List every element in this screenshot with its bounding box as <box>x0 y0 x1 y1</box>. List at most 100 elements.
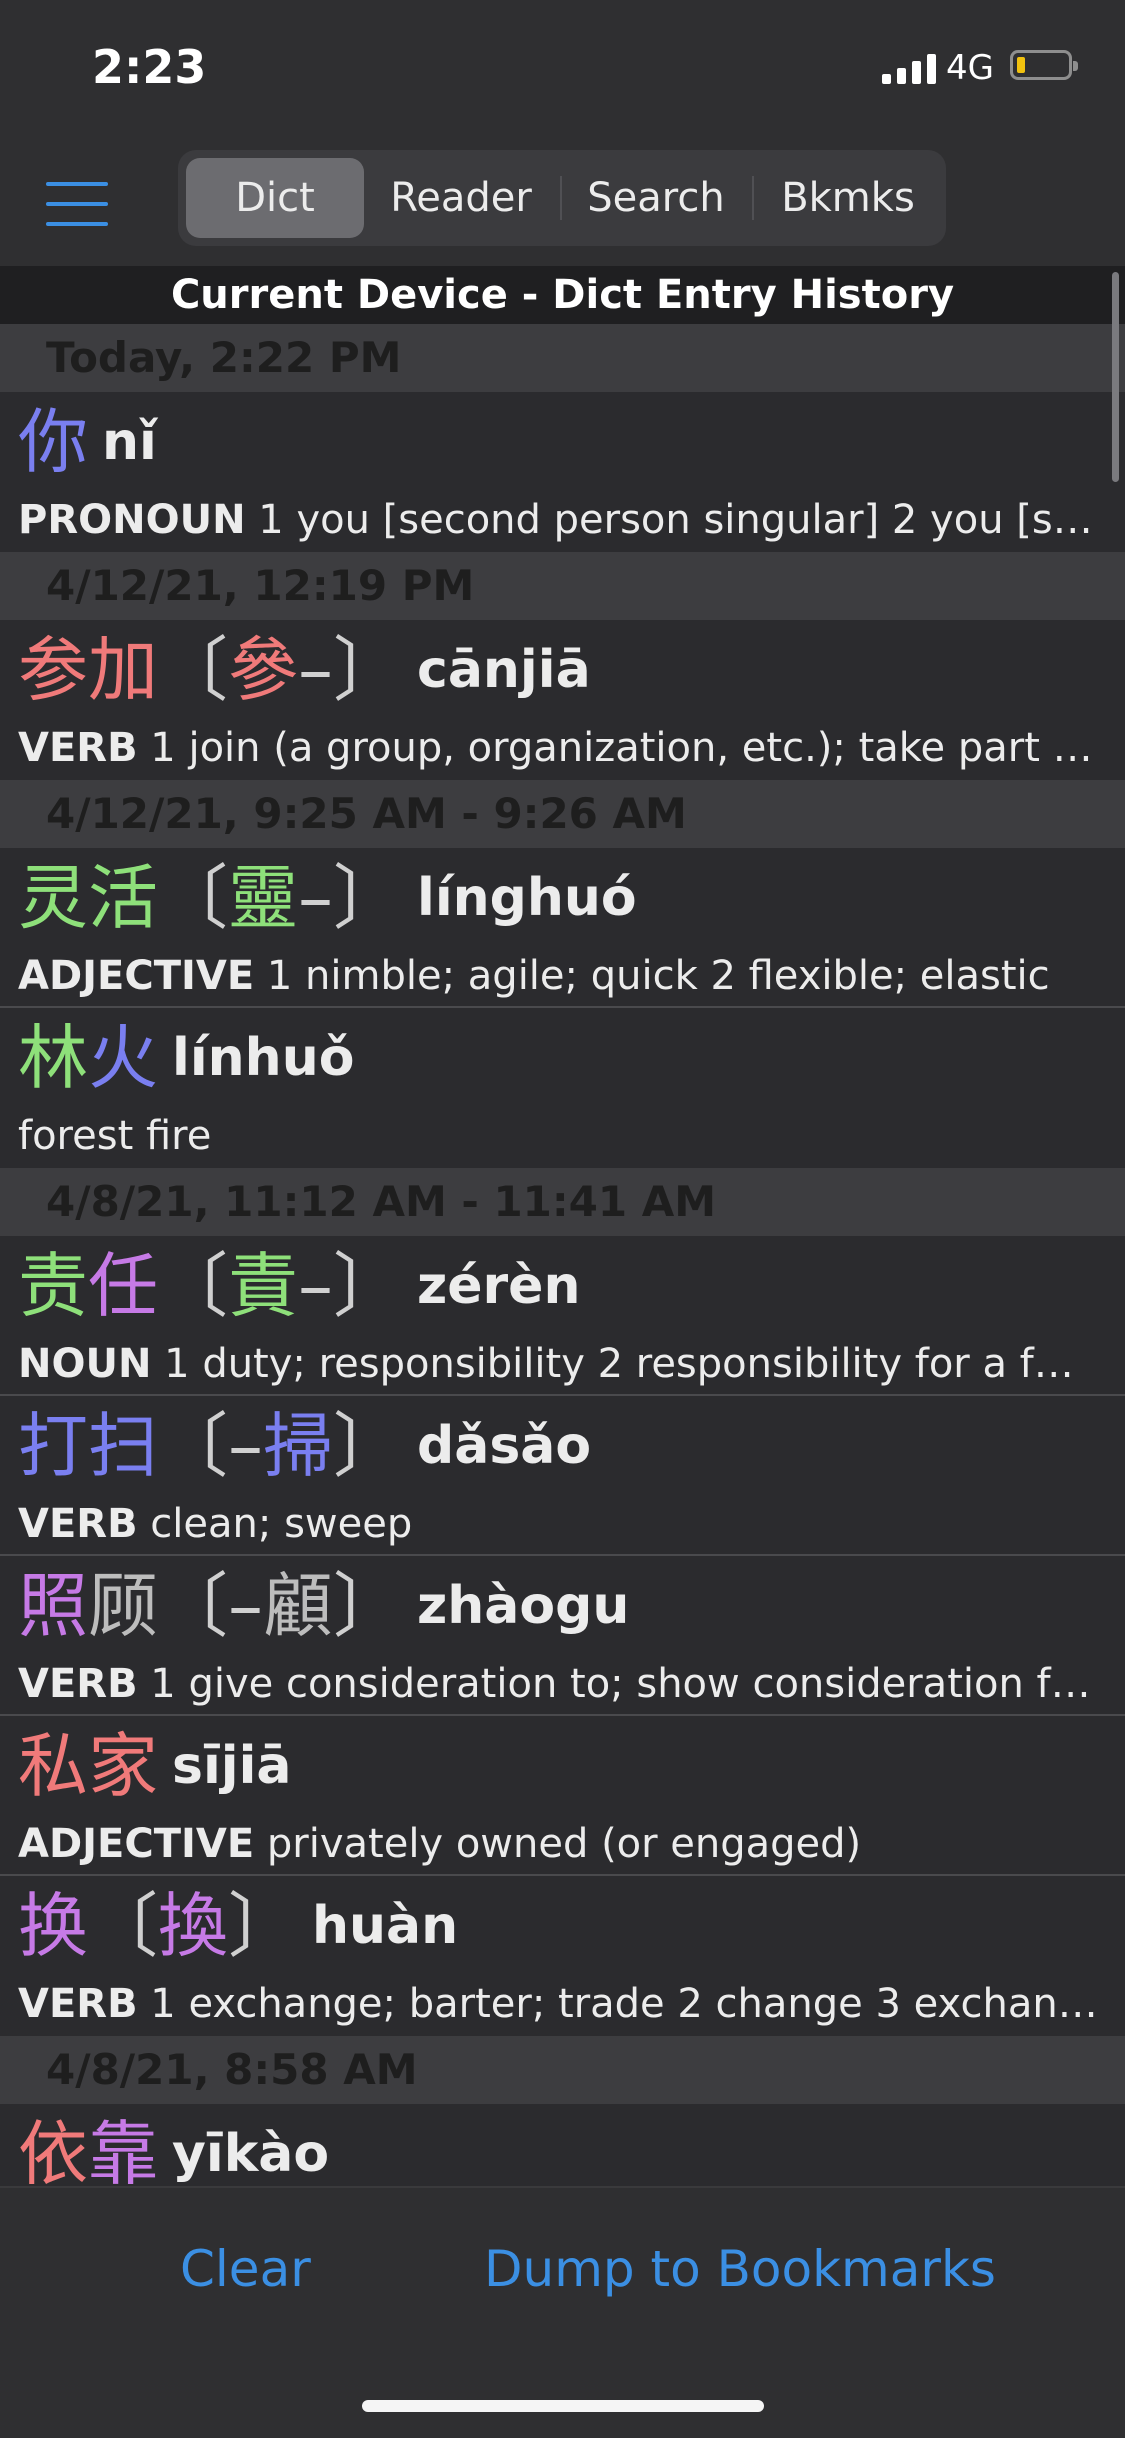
section-header: 4/8/21, 8:58 AM <box>0 2036 1125 2104</box>
history-entry[interactable]: 责任〔責 – 〕 zérèn NOUN 1 duty; responsibility 2… <box>0 1236 1125 1396</box>
entry-headword: 你 nǐ <box>18 392 157 492</box>
traditional-character: 責 <box>228 1245 298 1327</box>
entry-definition: VERB 1 give consideration to; show consi… <box>18 1654 1098 1714</box>
traditional-bracket-open: 〔 <box>158 1565 228 1647</box>
history-entry[interactable]: 参加〔參 – 〕 cānjiā VERB 1 join (a group, organi… <box>0 620 1125 780</box>
traditional-character: – <box>298 629 333 711</box>
entry-pinyin: sījiā <box>172 1736 292 1796</box>
part-of-speech: VERB <box>18 1501 138 1547</box>
entry-pinyin: cānjiā <box>417 640 591 700</box>
part-of-speech: NOUN <box>18 1341 152 1387</box>
definition-text: forest fire <box>18 1113 212 1159</box>
traditional-bracket-close: 〕 <box>333 1245 403 1327</box>
history-entry[interactable]: 林火 línhuǒ forest fire <box>0 1008 1125 1168</box>
part-of-speech: VERB <box>18 1981 138 2027</box>
traditional-bracket-open: 〔 <box>158 629 228 711</box>
tab-divider <box>752 176 754 220</box>
clear-button[interactable]: Clear <box>180 2240 311 2298</box>
definition-text: privately owned (or engaged) <box>254 1821 862 1867</box>
traditional-character: 掃 <box>263 1405 333 1487</box>
scroll-indicator[interactable] <box>1112 272 1119 482</box>
history-entry[interactable]: 换〔換〕 huàn VERB 1 exchange; barter; trade 2… <box>0 1876 1125 2036</box>
entry-pinyin: huàn <box>312 1896 459 1956</box>
entry-character: 私 <box>18 1725 88 1807</box>
traditional-character: – <box>298 857 333 939</box>
section-header: 4/8/21, 11:12 AM - 11:41 AM <box>0 1168 1125 1236</box>
entry-character: 靠 <box>88 2113 158 2186</box>
definition-text: clean; sweep <box>137 1501 413 1547</box>
entry-definition: NOUN 1 duty; responsibility 2 responsibi… <box>18 1334 1098 1394</box>
traditional-bracket-open: 〔 <box>158 857 228 939</box>
entry-definition: forest fire <box>18 1106 1098 1166</box>
entry-headword: 打扫〔 – 掃〕 dǎsǎo <box>18 1396 591 1496</box>
definition-text: 1 join (a group, organization, etc.); ta… <box>137 725 1098 771</box>
battery-icon <box>1010 50 1078 80</box>
status-bar: 2:23 4G <box>0 0 1125 140</box>
entry-character: 你 <box>18 401 88 483</box>
part-of-speech: VERB <box>18 1661 138 1707</box>
traditional-bracket-close: 〕 <box>228 1885 298 1967</box>
tab-divider <box>560 176 562 220</box>
tab-search[interactable]: Search <box>564 158 748 238</box>
entry-pinyin: yīkào <box>172 2124 330 2184</box>
entry-character: 加 <box>88 629 158 711</box>
bottom-toolbar: Clear Dump to Bookmarks <box>0 2186 1125 2438</box>
definition-text: 1 give consideration to; show considerat… <box>137 1661 1091 1707</box>
list-title: Current Device - Dict Entry History <box>0 266 1125 324</box>
traditional-character: 靈 <box>228 857 298 939</box>
tab-bookmarks[interactable]: Bkmks <box>756 158 940 238</box>
entry-character: 依 <box>18 2113 88 2186</box>
history-entry[interactable]: 依靠 yīkào <box>0 2104 1125 2186</box>
definition-text: 1 nimble; agile; quick 2 flexible; elast… <box>254 953 1050 999</box>
entry-character: 责 <box>18 1245 88 1327</box>
entry-pinyin: zérèn <box>417 1256 581 1316</box>
part-of-speech: ADJECTIVE <box>18 953 255 999</box>
definition-text: 1 you [second person singular] 2 you [s… <box>245 497 1093 543</box>
history-entry[interactable]: 打扫〔 – 掃〕 dǎsǎo VERB clean; sweep <box>0 1396 1125 1556</box>
entry-headword: 灵活〔靈 – 〕 línghuó <box>18 848 637 948</box>
tab-segmented-control: Dict Reader Search Bkmks <box>178 150 946 246</box>
tab-dict[interactable]: Dict <box>186 158 364 238</box>
entry-definition: VERB clean; sweep <box>18 1494 1098 1554</box>
part-of-speech: PRONOUN <box>18 497 246 543</box>
part-of-speech: VERB <box>18 725 138 771</box>
entry-character: 林 <box>18 1017 88 1099</box>
traditional-bracket-open: 〔 <box>158 1245 228 1327</box>
traditional-bracket-close: 〕 <box>333 1565 403 1647</box>
traditional-character: – <box>298 1245 333 1327</box>
entry-headword: 私家 sījiā <box>18 1716 292 1816</box>
part-of-speech: ADJECTIVE <box>18 1821 255 1867</box>
entry-character: 换 <box>18 1885 88 1967</box>
dump-to-bookmarks-button[interactable]: Dump to Bookmarks <box>484 2240 996 2298</box>
traditional-bracket-close: 〕 <box>333 629 403 711</box>
tab-reader[interactable]: Reader <box>368 158 554 238</box>
traditional-bracket-open: 〔 <box>158 1405 228 1487</box>
traditional-bracket-close: 〕 <box>333 1405 403 1487</box>
traditional-bracket-open: 〔 <box>88 1885 158 1967</box>
entry-definition: PRONOUN 1 you [second person singular] 2… <box>18 490 1098 550</box>
signal-icon <box>882 52 936 84</box>
traditional-character: – <box>228 1565 263 1647</box>
section-header: 4/12/21, 12:19 PM <box>0 552 1125 620</box>
traditional-bracket-close: 〕 <box>333 857 403 939</box>
entry-character: 家 <box>88 1725 158 1807</box>
status-time: 2:23 <box>92 40 207 94</box>
history-entry[interactable]: 照顾〔 – 顧〕 zhàogu VERB 1 give consideration to… <box>0 1556 1125 1716</box>
history-list[interactable]: Today, 2:22 PM 你 nǐ PRONOUN 1 you [second p… <box>0 324 1125 2186</box>
definition-text: 1 exchange; barter; trade 2 change 3 exc… <box>137 1981 1098 2027</box>
entry-pinyin: línghuó <box>417 868 637 928</box>
entry-character: 火 <box>88 1017 158 1099</box>
entry-character: 参 <box>18 629 88 711</box>
entry-character: 扫 <box>88 1405 158 1487</box>
entry-definition: ADJECTIVE 1 nimble; agile; quick 2 flexi… <box>18 946 1098 1006</box>
entry-pinyin: línhuǒ <box>172 1028 355 1088</box>
history-entry[interactable]: 灵活〔靈 – 〕 línghuó ADJECTIVE 1 nimble; agile; … <box>0 848 1125 1008</box>
definition-text: 1 duty; responsibility 2 responsibility … <box>151 1341 1098 1387</box>
traditional-character: 換 <box>158 1885 228 1967</box>
entry-headword: 林火 línhuǒ <box>18 1008 354 1108</box>
hamburger-menu-icon[interactable] <box>46 182 108 226</box>
history-entry[interactable]: 私家 sījiā ADJECTIVE privately owned (or eng… <box>0 1716 1125 1876</box>
entry-headword: 换〔換〕 huàn <box>18 1876 458 1976</box>
history-entry[interactable]: 你 nǐ PRONOUN 1 you [second person singular… <box>0 392 1125 552</box>
entry-pinyin: dǎsǎo <box>417 1416 592 1476</box>
